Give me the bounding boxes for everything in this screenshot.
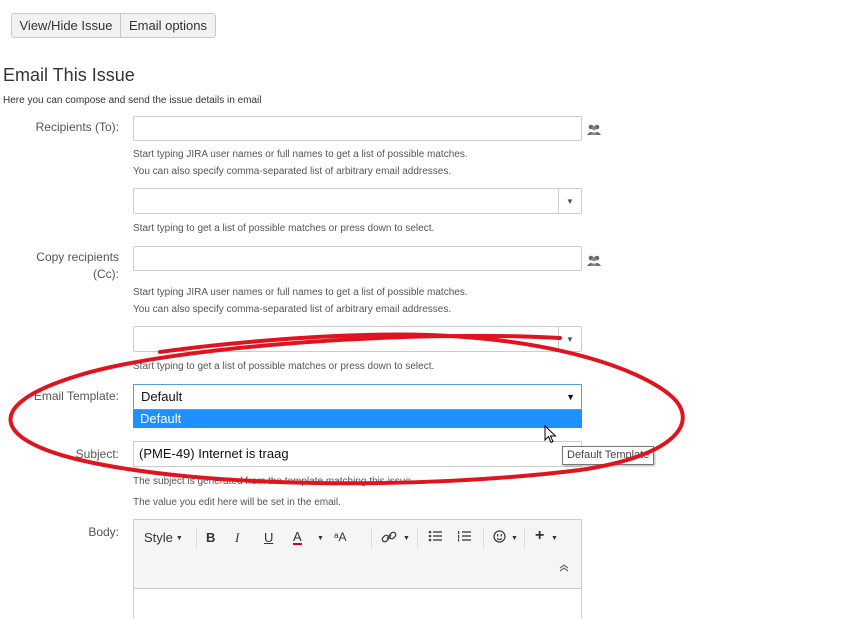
page-title: Email This Issue <box>3 65 135 85</box>
people-icon[interactable] <box>586 255 602 267</box>
numbered-list-icon[interactable] <box>457 530 471 542</box>
recipients-to-hint-1: Start typing JIRA user names or full nam… <box>133 149 468 160</box>
recipients-cc-select-hint: Start typing to get a list of possible m… <box>133 361 435 372</box>
email-template-label: Email Template: <box>33 389 119 403</box>
plus-icon[interactable]: + <box>535 527 544 545</box>
text-color-dropdown[interactable]: ▼ <box>314 530 324 545</box>
recipients-to-input[interactable] <box>133 116 582 141</box>
recipients-cc-label-line2: (Cc): <box>93 267 119 281</box>
recipients-cc-label-line1: Copy recipients <box>36 250 119 264</box>
toolbar-separator <box>196 528 197 548</box>
email-template-value: Default <box>141 389 183 404</box>
email-template-select[interactable]: Default ▼ <box>133 384 582 410</box>
recipients-to-select[interactable]: ▼ <box>133 188 582 214</box>
toolbar-separator <box>483 528 484 548</box>
template-tooltip: Default Template <box>562 446 655 465</box>
insert-dropdown[interactable]: ▼ <box>548 530 558 545</box>
email-template-option-default[interactable]: Default <box>133 410 582 428</box>
link-icon[interactable] <box>381 530 397 544</box>
subject-label: Subject: <box>75 447 119 461</box>
recipients-cc-hint-1: Start typing JIRA user names or full nam… <box>133 287 468 298</box>
recipients-to-hint-2: You can also specify comma-separated lis… <box>133 166 452 177</box>
caret-down-icon[interactable]: ▼ <box>566 385 575 409</box>
body-text-area[interactable] <box>134 588 581 629</box>
page-intro: Here you can compose and send the issue … <box>3 95 262 106</box>
italic-button[interactable]: I <box>235 530 239 546</box>
toolbar-separator <box>371 528 372 548</box>
subject-hint-1: The subject is generated from the templa… <box>133 476 414 487</box>
bold-button[interactable]: B <box>206 530 215 545</box>
underline-button[interactable]: U <box>264 530 273 545</box>
people-icon[interactable] <box>586 124 602 136</box>
text-color-button[interactable]: A <box>293 530 302 545</box>
body-label: Body: <box>88 525 119 539</box>
email-options-button[interactable]: Email options <box>120 13 216 38</box>
recipients-to-label: Recipients (To): <box>35 120 119 134</box>
toolbar-separator <box>417 528 418 548</box>
link-dropdown[interactable]: ▼ <box>400 530 410 545</box>
toolbar-separator <box>524 528 525 548</box>
bullet-list-icon[interactable] <box>428 530 442 542</box>
style-dropdown[interactable]: Style ▼ <box>144 530 183 545</box>
recipients-cc-input[interactable] <box>133 246 582 271</box>
mouse-cursor-icon <box>544 425 557 444</box>
recipients-cc-hint-2: You can also specify comma-separated lis… <box>133 304 452 315</box>
recipients-cc-label: Copy recipients (Cc): <box>36 249 119 283</box>
body-editor[interactable]: Style ▼ B I U A ▼ ᵃA ▼ ▼ + ▼ <box>133 519 582 629</box>
style-label: Style <box>144 530 173 545</box>
view-hide-issue-button[interactable]: View/Hide Issue <box>11 13 121 38</box>
emoticon-dropdown[interactable]: ▼ <box>508 530 518 545</box>
subject-hint-2: The value you edit here will be set in t… <box>133 497 341 508</box>
chevron-down-icon[interactable]: ▼ <box>558 189 581 213</box>
emoticon-icon[interactable] <box>493 530 506 543</box>
recipients-to-select-hint: Start typing to get a list of possible m… <box>133 223 435 234</box>
recipients-cc-select[interactable]: ▼ <box>133 326 582 352</box>
font-size-button[interactable]: ᵃA <box>334 530 346 544</box>
chevron-down-icon[interactable]: ▼ <box>558 327 581 351</box>
collapse-icon[interactable] <box>559 564 569 572</box>
subject-input[interactable]: (PME-49) Internet is traag <box>133 441 582 467</box>
